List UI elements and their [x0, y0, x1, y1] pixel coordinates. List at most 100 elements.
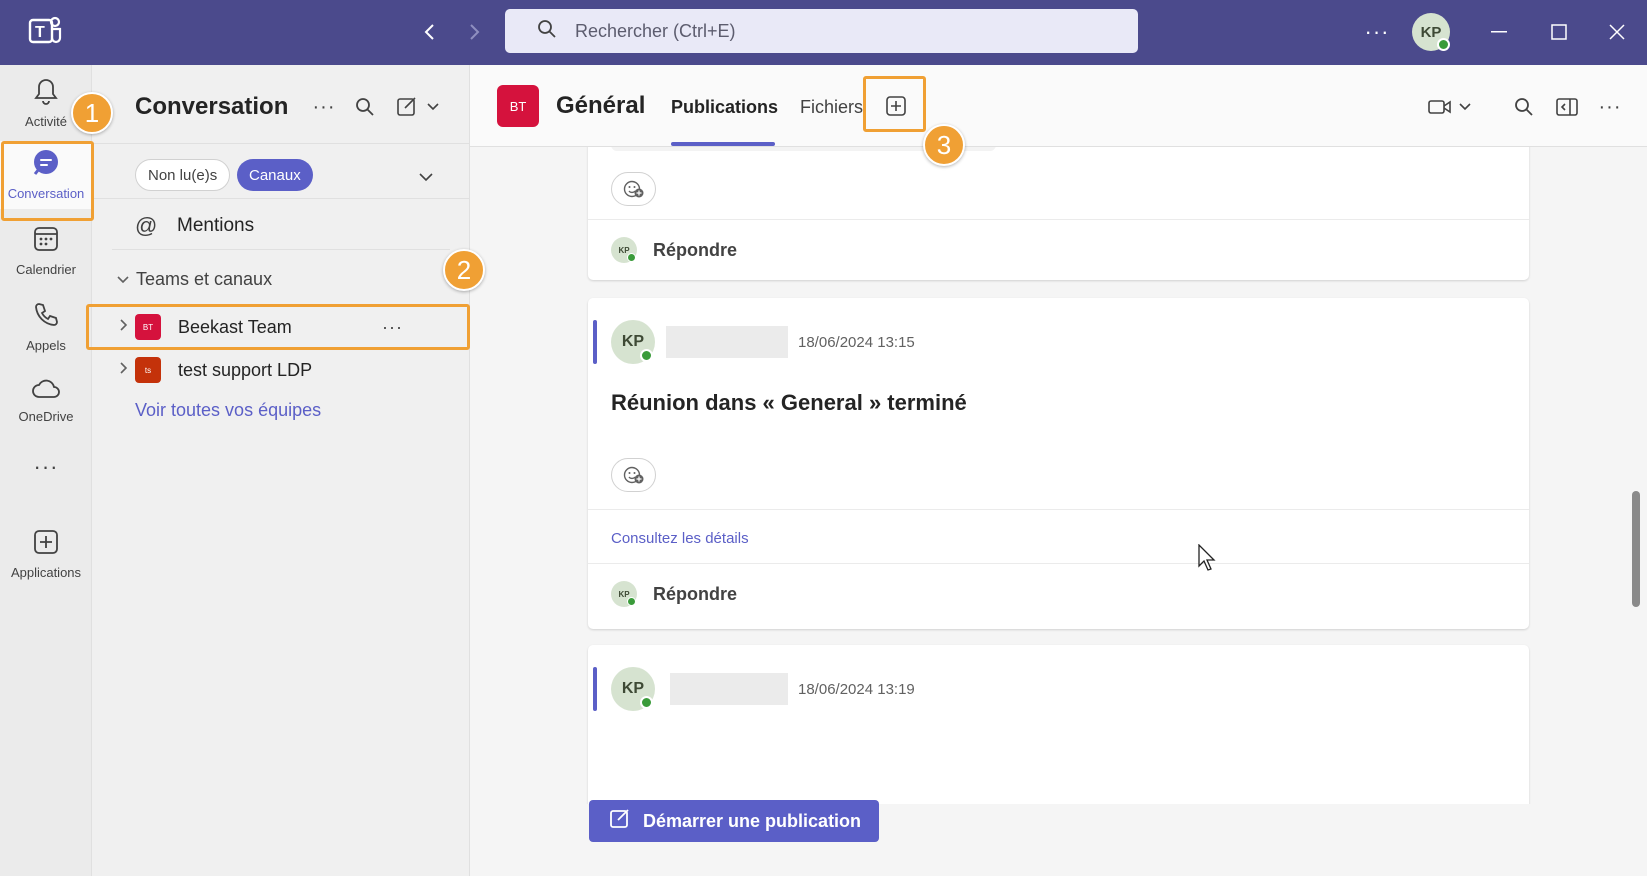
calendar-icon [32, 225, 60, 258]
channel-header: BT Général Publications Fichiers ··· [470, 65, 1647, 147]
channel-avatar: BT [497, 85, 539, 127]
search-icon [537, 19, 557, 44]
team-avatar: ts [135, 357, 161, 383]
more-options-icon[interactable]: ··· [310, 93, 338, 121]
tab-publications[interactable]: Publications [671, 97, 778, 118]
avatar: KP [611, 667, 655, 711]
message-card: KP 18/06/2024 13:15 Réunion dans « Gener… [588, 298, 1529, 629]
avatar: KP [611, 320, 655, 364]
redacted-author-name [666, 326, 788, 358]
chevron-down-icon[interactable] [412, 163, 440, 191]
tab-active-indicator [671, 142, 775, 146]
search-bar[interactable] [505, 9, 1138, 53]
avatar: KP [611, 237, 637, 263]
divider [588, 563, 1529, 564]
start-post-button[interactable]: Démarrer une publication [589, 800, 879, 842]
add-reaction-button[interactable] [611, 172, 656, 206]
chevron-right-icon[interactable] [119, 361, 129, 380]
step-badge-2: 2 [443, 249, 485, 291]
more-options-icon[interactable]: ··· [382, 317, 403, 338]
more-options-icon[interactable]: ··· [1362, 18, 1392, 46]
message-card: KP Répondre [588, 147, 1529, 280]
rail-label: Calendrier [16, 262, 76, 277]
filter-channels[interactable]: Canaux [237, 159, 313, 191]
rail-label: Activité [25, 114, 67, 129]
mentions-item[interactable]: @ Mentions [135, 211, 254, 241]
divider [92, 198, 470, 199]
avatar: KP [611, 581, 637, 607]
divider [112, 249, 450, 250]
maximize-icon[interactable] [1542, 16, 1576, 48]
divider [588, 509, 1529, 510]
step-badge-1: 1 [71, 92, 113, 134]
view-details-link[interactable]: Consultez les détails [611, 530, 749, 547]
tab-files[interactable]: Fichiers [800, 97, 863, 118]
video-call-icon[interactable] [1427, 93, 1477, 121]
side-panel-icon[interactable] [1553, 93, 1581, 121]
compose-icon [609, 808, 631, 835]
more-options-icon[interactable]: ··· [1596, 93, 1624, 121]
presence-available-icon [1437, 38, 1450, 51]
channel-main: BT Général Publications Fichiers ··· KP [470, 65, 1647, 876]
channel-name: Général [556, 92, 646, 119]
compose-icon[interactable] [394, 93, 444, 121]
presence-available-icon [640, 349, 653, 362]
divider [588, 219, 1529, 220]
message-accent-bar [593, 320, 597, 364]
more-icon: ··· [33, 454, 59, 479]
message-accent-bar [593, 667, 597, 711]
presence-available-icon [627, 597, 636, 606]
phone-icon [32, 301, 60, 334]
rail-item-apps[interactable]: Applications [0, 520, 92, 588]
cloud-icon [31, 378, 61, 405]
rail-label: OneDrive [18, 409, 74, 424]
reply-button[interactable]: KP Répondre [611, 581, 737, 607]
reply-button[interactable]: KP Répondre [611, 237, 737, 263]
title-bar: T ··· KP [0, 0, 1647, 65]
rail-item-calls[interactable]: Appels [0, 293, 92, 361]
search-icon[interactable] [1510, 93, 1538, 121]
message-timestamp: 18/06/2024 13:19 [798, 681, 915, 698]
filter-unread[interactable]: Non lu(e)s [135, 159, 231, 191]
message-timestamp: 18/06/2024 13:15 [798, 334, 915, 351]
divider [92, 143, 470, 144]
rail-item-more[interactable]: ··· [0, 445, 92, 489]
step-badge-3: 3 [923, 124, 965, 166]
rail-label: Conversation [7, 186, 85, 201]
team-name: Beekast Team [178, 316, 292, 337]
search-input[interactable] [575, 20, 1135, 42]
scrollbar-thumb[interactable] [1632, 491, 1640, 607]
redacted-author-name [670, 673, 788, 705]
team-name: test support LDP [178, 359, 313, 380]
team-item-test-support[interactable]: ts test support LDP [92, 349, 470, 391]
close-icon[interactable] [1600, 16, 1634, 48]
bell-icon [33, 77, 59, 110]
plus-square-icon [32, 528, 60, 561]
add-reaction-button[interactable] [611, 458, 656, 492]
rail-item-onedrive[interactable]: OneDrive [0, 367, 92, 435]
teams-section-header[interactable]: Teams et canaux [116, 269, 272, 290]
svg-text:T: T [35, 24, 45, 41]
rail-item-calendar[interactable]: Calendrier [0, 217, 92, 285]
message-feed: KP Répondre KP 18/06/2024 13:15 Réunion … [470, 147, 1647, 804]
chevron-down-icon [116, 269, 130, 290]
user-avatar[interactable]: KP [1412, 13, 1450, 51]
minimize-icon[interactable] [1482, 16, 1516, 48]
see-all-teams-link[interactable]: Voir toutes vos équipes [135, 400, 321, 421]
teams-logo-icon: T [26, 14, 66, 50]
chevron-right-icon[interactable] [119, 318, 129, 337]
back-arrow-icon[interactable] [416, 18, 444, 46]
conversation-sidebar: Conversation ··· Non lu(e)s Canaux @ Men… [92, 65, 470, 876]
rail-item-conversation[interactable]: Conversation [0, 141, 92, 209]
message-title: Réunion dans « General » terminé [611, 390, 967, 415]
presence-available-icon [640, 696, 653, 709]
team-item-beekast[interactable]: BT Beekast Team ··· [92, 306, 470, 348]
rail-label: Applications [10, 565, 82, 580]
rail-label: Appels [26, 338, 66, 353]
search-icon[interactable] [351, 93, 379, 121]
message-card: KP 18/06/2024 13:19 [588, 645, 1529, 804]
chat-icon [32, 149, 60, 182]
forward-arrow-icon[interactable] [460, 18, 488, 46]
add-tab-button[interactable] [882, 92, 910, 120]
team-avatar: BT [135, 314, 161, 340]
